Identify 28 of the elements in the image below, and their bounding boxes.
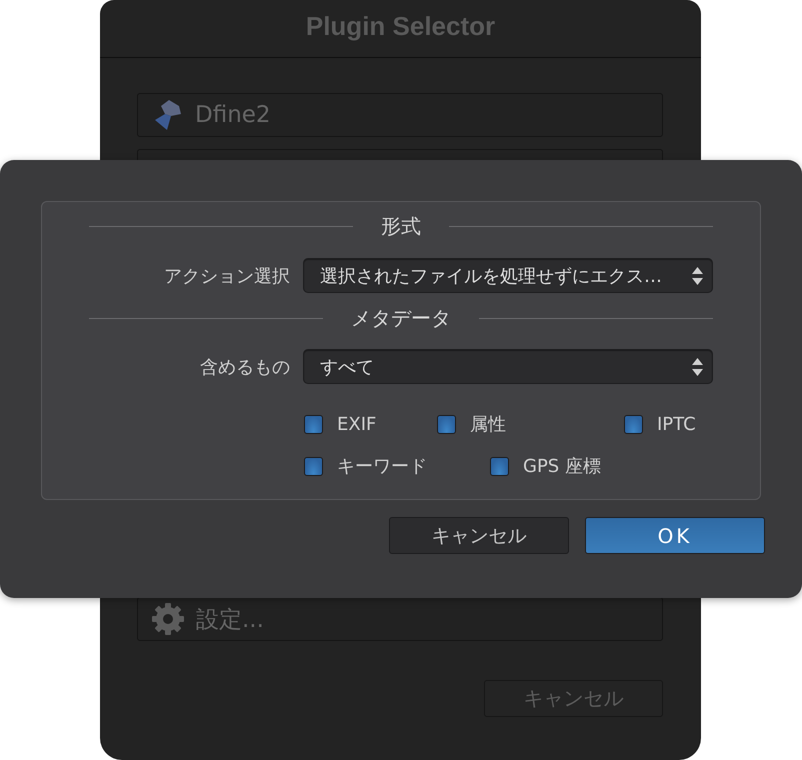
popup-menu[interactable]: 選択されたファイルを処理せずにエクス… (303, 258, 713, 293)
plugin-row[interactable]: Dfine2 (137, 93, 663, 137)
ok-button[interactable]: OK (585, 517, 765, 554)
field-label: 含めるもの (200, 356, 290, 378)
checkbox[interactable] (437, 414, 456, 434)
checkbox-label: IPTC (657, 414, 696, 434)
chevron-updown-icon (692, 358, 703, 376)
checkbox-label: EXIF (337, 414, 376, 434)
gear-icon (152, 603, 184, 635)
settings-label: 設定... (196, 606, 264, 634)
section-title: メタデータ (351, 304, 451, 332)
chevron-updown-icon (692, 266, 703, 284)
plugin-name: Dfine2 (195, 102, 271, 128)
plugin-icon (155, 100, 181, 130)
popup-menu[interactable]: すべて (303, 349, 713, 384)
section-title: 形式 (381, 212, 421, 240)
checkbox-label: 属性 (470, 413, 506, 436)
checkbox[interactable] (304, 414, 323, 434)
checkbox[interactable] (304, 456, 323, 476)
checkbox[interactable] (624, 414, 643, 434)
checkbox[interactable] (490, 456, 509, 476)
cancel-button[interactable]: キャンセル (389, 517, 569, 554)
popup-value: すべて (320, 356, 374, 378)
checkbox-label: GPS 座標 (523, 455, 601, 478)
popup-value: 選択されたファイルを処理せずにエクス… (320, 264, 662, 288)
settings-row[interactable]: 設定... (137, 597, 663, 641)
checkbox-label: キーワード (337, 455, 427, 478)
field-label: アクション選択 (164, 264, 290, 288)
